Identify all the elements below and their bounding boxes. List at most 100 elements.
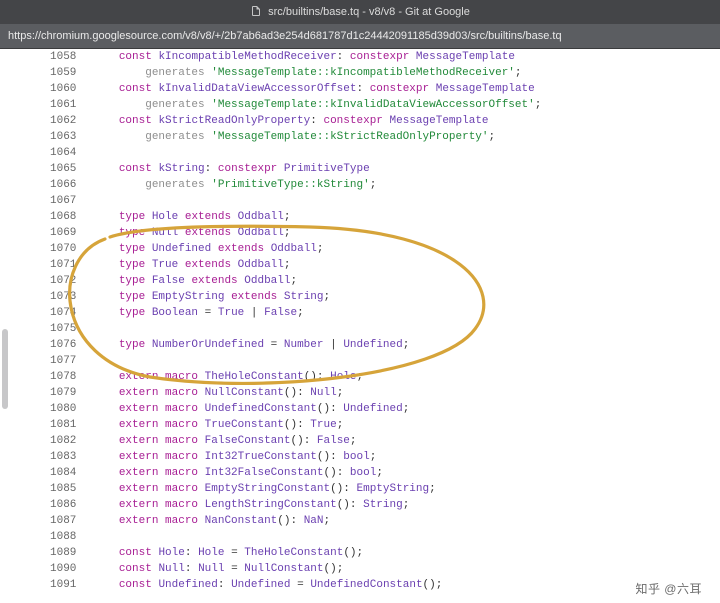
line-number: 1069 (10, 225, 92, 241)
code-line: 1083 extern macro Int32TrueConstant(): b… (10, 449, 561, 465)
code-content: generates 'MessageTemplate::kIncompatibl… (92, 65, 561, 81)
line-number: 1070 (10, 241, 92, 257)
code-line: 1077 (10, 353, 561, 369)
code-content: extern macro UndefinedConstant(): Undefi… (92, 401, 561, 417)
code-content (92, 353, 561, 369)
line-number: 1065 (10, 161, 92, 177)
line-number: 1058 (10, 49, 92, 65)
code-content: extern macro TrueConstant(): True; (92, 417, 561, 433)
line-number: 1073 (10, 289, 92, 305)
code-content: extern macro NanConstant(): NaN; (92, 513, 561, 529)
code-content: type NumberOrUndefined = Number | Undefi… (92, 337, 561, 353)
code-line: 1082 extern macro FalseConstant(): False… (10, 433, 561, 449)
code-content (92, 529, 561, 545)
code-content: extern macro NullConstant(): Null; (92, 385, 561, 401)
code-line: 1079 extern macro NullConstant(): Null; (10, 385, 561, 401)
code-line: 1074 type Boolean = True | False; (10, 305, 561, 321)
code-content: const Hole: Hole = TheHoleConstant(); (92, 545, 561, 561)
line-number: 1066 (10, 177, 92, 193)
code-line: 1058 const kIncompatibleMethodReceiver: … (10, 49, 561, 65)
line-number: 1063 (10, 129, 92, 145)
code-content (92, 193, 561, 209)
line-number: 1067 (10, 193, 92, 209)
code-content: const Null: Null = NullConstant(); (92, 561, 561, 577)
code-line: 1085 extern macro EmptyStringConstant():… (10, 481, 561, 497)
line-number: 1064 (10, 145, 92, 161)
line-number: 1080 (10, 401, 92, 417)
code-line: 1066 generates 'PrimitiveType::kString'; (10, 177, 561, 193)
code-line: 1086 extern macro LengthStringConstant()… (10, 497, 561, 513)
code-line: 1072 type False extends Oddball; (10, 273, 561, 289)
code-content: type False extends Oddball; (92, 273, 561, 289)
code-content: const kString: constexpr PrimitiveType (92, 161, 561, 177)
code-content: const kStrictReadOnlyProperty: constexpr… (92, 113, 561, 129)
line-number: 1077 (10, 353, 92, 369)
code-content: extern macro LengthStringConstant(): Str… (92, 497, 561, 513)
code-content: const Undefined: Undefined = UndefinedCo… (92, 577, 561, 593)
code-content: generates 'MessageTemplate::kStrictReadO… (92, 129, 561, 145)
code-content: const kIncompatibleMethodReceiver: const… (92, 49, 561, 65)
window-titlebar: src/builtins/base.tq - v8/v8 - Git at Go… (0, 0, 720, 24)
line-number: 1071 (10, 257, 92, 273)
url-bar[interactable]: https://chromium.googlesource.com/v8/v8/… (0, 24, 720, 49)
line-number: 1086 (10, 497, 92, 513)
code-line: 1090 const Null: Null = NullConstant(); (10, 561, 561, 577)
code-line: 1073 type EmptyString extends String; (10, 289, 561, 305)
code-content (92, 145, 561, 161)
code-content: extern macro FalseConstant(): False; (92, 433, 561, 449)
line-number: 1060 (10, 81, 92, 97)
url-text: https://chromium.googlesource.com/v8/v8/… (8, 30, 562, 42)
line-number: 1091 (10, 577, 92, 593)
code-scroll-area[interactable]: 1058 const kIncompatibleMethodReceiver: … (0, 49, 720, 603)
line-number: 1084 (10, 465, 92, 481)
source-code-table: 1058 const kIncompatibleMethodReceiver: … (10, 49, 561, 593)
code-content: type EmptyString extends String; (92, 289, 561, 305)
code-content: extern macro EmptyStringConstant(): Empt… (92, 481, 561, 497)
line-number: 1085 (10, 481, 92, 497)
code-line: 1061 generates 'MessageTemplate::kInvali… (10, 97, 561, 113)
code-content: generates 'PrimitiveType::kString'; (92, 177, 561, 193)
code-line: 1084 extern macro Int32FalseConstant(): … (10, 465, 561, 481)
code-line: 1071 type True extends Oddball; (10, 257, 561, 273)
code-content: type Undefined extends Oddball; (92, 241, 561, 257)
code-line: 1064 (10, 145, 561, 161)
code-line: 1087 extern macro NanConstant(): NaN; (10, 513, 561, 529)
window-title: src/builtins/base.tq - v8/v8 - Git at Go… (268, 6, 470, 18)
code-line: 1070 type Undefined extends Oddball; (10, 241, 561, 257)
line-number: 1074 (10, 305, 92, 321)
code-line: 1089 const Hole: Hole = TheHoleConstant(… (10, 545, 561, 561)
code-line: 1065 const kString: constexpr PrimitiveT… (10, 161, 561, 177)
code-content: extern macro Int32TrueConstant(): bool; (92, 449, 561, 465)
line-number: 1068 (10, 209, 92, 225)
code-content: extern macro TheHoleConstant(): Hole; (92, 369, 561, 385)
line-number: 1059 (10, 65, 92, 81)
watermark: 知乎 @六耳 (635, 580, 702, 597)
code-line: 1078 extern macro TheHoleConstant(): Hol… (10, 369, 561, 385)
code-content: type Boolean = True | False; (92, 305, 561, 321)
code-content: extern macro Int32FalseConstant(): bool; (92, 465, 561, 481)
line-number: 1090 (10, 561, 92, 577)
code-line: 1063 generates 'MessageTemplate::kStrict… (10, 129, 561, 145)
code-line: 1062 const kStrictReadOnlyProperty: cons… (10, 113, 561, 129)
line-number: 1061 (10, 97, 92, 113)
line-number: 1072 (10, 273, 92, 289)
code-line: 1076 type NumberOrUndefined = Number | U… (10, 337, 561, 353)
scrollbar-thumb[interactable] (2, 329, 8, 409)
line-number: 1082 (10, 433, 92, 449)
line-number: 1089 (10, 545, 92, 561)
code-line: 1067 (10, 193, 561, 209)
line-number: 1078 (10, 369, 92, 385)
line-number: 1076 (10, 337, 92, 353)
code-content: const kInvalidDataViewAccessorOffset: co… (92, 81, 561, 97)
code-line: 1060 const kInvalidDataViewAccessorOffse… (10, 81, 561, 97)
code-line: 1059 generates 'MessageTemplate::kIncomp… (10, 65, 561, 81)
code-content: generates 'MessageTemplate::kInvalidData… (92, 97, 561, 113)
code-content: type Null extends Oddball; (92, 225, 561, 241)
line-number: 1062 (10, 113, 92, 129)
file-icon (250, 5, 262, 20)
line-number: 1081 (10, 417, 92, 433)
code-content (92, 321, 561, 337)
code-line: 1080 extern macro UndefinedConstant(): U… (10, 401, 561, 417)
code-content: type True extends Oddball; (92, 257, 561, 273)
code-viewport: 1058 const kIncompatibleMethodReceiver: … (0, 49, 720, 603)
